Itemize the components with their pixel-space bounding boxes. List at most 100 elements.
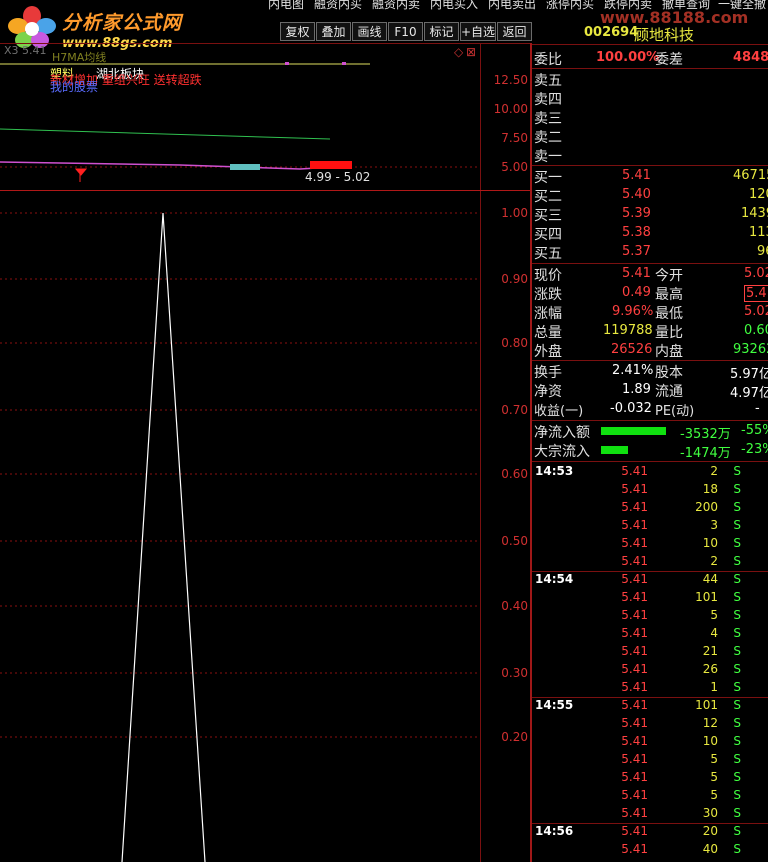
back-button[interactable]: 返回 bbox=[497, 22, 532, 41]
stat-value: 93262 bbox=[733, 342, 768, 357]
net-inflow-bar bbox=[601, 427, 666, 435]
tick-volume: 30 bbox=[702, 806, 718, 820]
stat-label: 总量 bbox=[534, 325, 562, 341]
fuquan-button[interactable]: 复权 bbox=[280, 22, 315, 41]
tick-volume: 2 bbox=[710, 464, 718, 478]
ask-label: 卖三 bbox=[534, 111, 562, 127]
bid-volume: 1439 bbox=[741, 206, 768, 221]
y-tick: 0.70 bbox=[501, 403, 528, 417]
bid-volume: 120 bbox=[749, 187, 768, 202]
tick-volume: 5 bbox=[710, 770, 718, 784]
tick-volume: 200 bbox=[695, 500, 718, 514]
up-arrow-icon bbox=[74, 168, 88, 182]
menu-item[interactable]: 内电卖出 bbox=[488, 0, 536, 12]
indicator-chart bbox=[0, 212, 480, 862]
stat-label: 净资 bbox=[534, 384, 562, 400]
ask-label: 卖四 bbox=[534, 92, 562, 108]
bid-label: 买五 bbox=[534, 246, 562, 262]
stat-value: 5.02 bbox=[744, 266, 768, 281]
tick-side: S bbox=[733, 806, 741, 820]
menu-item[interactable]: 涨停内买 bbox=[546, 0, 594, 12]
stat-value: 119788 bbox=[603, 323, 653, 338]
flow-bar-track bbox=[601, 446, 673, 454]
y-tick: 0.30 bbox=[501, 666, 528, 680]
stat-value: 5.02 bbox=[744, 304, 768, 319]
tick-time: 14:55 bbox=[535, 698, 574, 712]
tick-price: 5.41 bbox=[621, 788, 648, 802]
bid-volume: 113 bbox=[749, 225, 768, 240]
flow-value: -1474万 bbox=[680, 446, 731, 461]
stat-value: 9.96% bbox=[612, 304, 654, 319]
stat-label: 流通 bbox=[655, 384, 683, 400]
tick-side: S bbox=[733, 500, 741, 514]
tick-price: 5.41 bbox=[621, 590, 648, 604]
stat-value: 5.41 bbox=[744, 285, 768, 302]
tick-side: S bbox=[733, 788, 741, 802]
tick-volume: 1 bbox=[710, 680, 718, 694]
stat-label: 现价 bbox=[534, 268, 562, 284]
f10-button[interactable]: F10 bbox=[388, 22, 423, 41]
stat-value: 0.60 bbox=[744, 323, 768, 338]
stock-name: 顾地科技 bbox=[634, 26, 695, 44]
tick-side: S bbox=[733, 482, 741, 496]
tick-side: S bbox=[733, 554, 741, 568]
add-watchlist-button[interactable]: +自选 bbox=[460, 22, 496, 41]
overlay-button[interactable]: 叠加 bbox=[316, 22, 351, 41]
menu-item[interactable]: 融资内买 bbox=[314, 0, 362, 12]
price-line-magenta bbox=[0, 161, 351, 170]
bid-volume: 46715 bbox=[733, 168, 768, 183]
y-tick: 0.50 bbox=[501, 534, 528, 548]
stat-label: 换手 bbox=[534, 365, 562, 381]
tick-volume: 3 bbox=[710, 518, 718, 532]
menu-item[interactable]: 内电买入 bbox=[430, 0, 478, 12]
tick-price: 5.41 bbox=[621, 734, 648, 748]
tick-price: 5.41 bbox=[621, 536, 648, 550]
weicha-label: 委差 bbox=[655, 52, 683, 68]
tick-price: 5.41 bbox=[621, 662, 648, 676]
stat-label: 最高 bbox=[655, 287, 683, 303]
mark-button[interactable]: 标记 bbox=[424, 22, 459, 41]
bid-label: 买三 bbox=[534, 208, 562, 224]
ask-label: 卖五 bbox=[534, 73, 562, 89]
ask-label: 卖一 bbox=[534, 149, 562, 165]
tick-price: 5.41 bbox=[621, 842, 648, 856]
weibi-value: 100.00% bbox=[596, 50, 660, 65]
tick-price: 5.41 bbox=[621, 464, 648, 478]
menu-item[interactable]: 融资内卖 bbox=[372, 0, 420, 12]
flow-pct: -23% bbox=[741, 442, 768, 457]
stat-value: 5.41 bbox=[622, 266, 651, 281]
price-range-label: 4.99 - 5.02 bbox=[305, 170, 371, 184]
tick-price: 5.41 bbox=[621, 824, 648, 838]
tick-volume: 26 bbox=[702, 662, 718, 676]
flow-bar-track bbox=[601, 427, 673, 435]
tick-side: S bbox=[733, 752, 741, 766]
tick-price: 5.41 bbox=[621, 716, 648, 730]
flow-pct: -55% bbox=[741, 423, 768, 438]
tick-price: 5.41 bbox=[621, 518, 648, 532]
stat-value: -0.032 bbox=[610, 401, 652, 416]
tick-price: 5.41 bbox=[621, 608, 648, 622]
menu-item[interactable]: 内电图 bbox=[268, 0, 304, 12]
quote-header: 002694 顾地科技 bbox=[532, 24, 768, 44]
tick-side: S bbox=[733, 716, 741, 730]
tick-price: 5.41 bbox=[621, 500, 648, 514]
stat-value: 4.97亿 bbox=[730, 386, 768, 401]
weicha-value: 48489 bbox=[733, 50, 768, 65]
tick-price: 5.41 bbox=[621, 752, 648, 766]
limit-up-bar bbox=[310, 161, 352, 169]
tick-list[interactable]: 14:53 5.41 2 S 5.41 18 S 5.41 200 S 5.41 3 S 5.41 10 S 5… bbox=[532, 462, 768, 862]
tick-price: 5.41 bbox=[621, 626, 648, 640]
stat-label: 内盘 bbox=[655, 344, 683, 360]
tick-volume: 18 bbox=[702, 482, 718, 496]
tick-volume: 21 bbox=[702, 644, 718, 658]
tick-price: 5.41 bbox=[621, 680, 648, 694]
tick-time: 14:56 bbox=[535, 824, 574, 838]
tick-side: S bbox=[733, 518, 741, 532]
block-inflow-bar bbox=[601, 446, 628, 454]
draw-line-button[interactable]: 画线 bbox=[352, 22, 387, 41]
tick-volume: 101 bbox=[695, 590, 718, 604]
tick-volume: 40 bbox=[702, 842, 718, 856]
bid-label: 买一 bbox=[534, 170, 562, 186]
bid-label: 买四 bbox=[534, 227, 562, 243]
stat-value: - bbox=[755, 401, 760, 416]
